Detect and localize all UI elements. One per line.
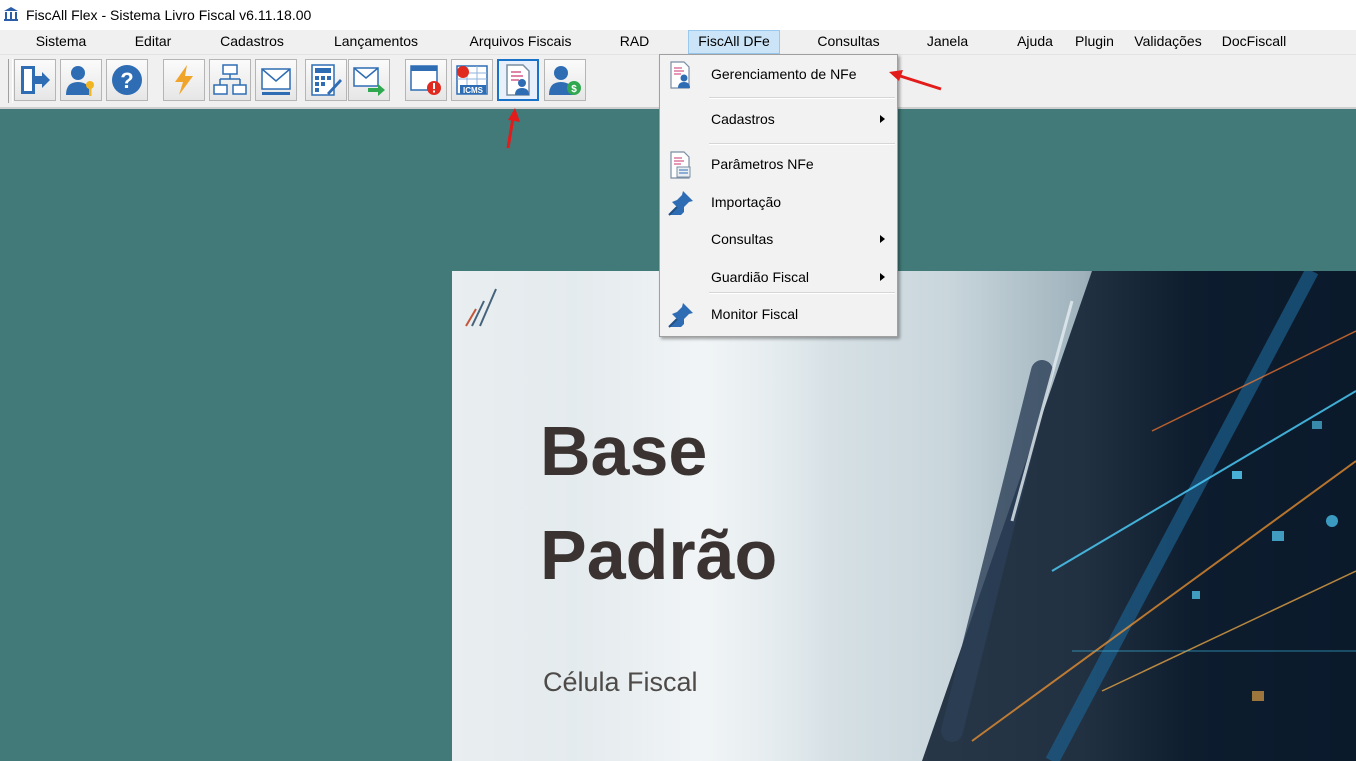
user-permissions-button[interactable]	[60, 59, 102, 101]
banner-title-line1: Base	[540, 412, 708, 490]
alerts-button[interactable]	[405, 59, 447, 101]
menu-rad[interactable]: RAD	[612, 30, 657, 54]
menu-ajuda[interactable]: Ajuda	[1009, 30, 1061, 54]
menu-option-label: Importação	[711, 194, 782, 210]
calculator-edit-icon	[311, 64, 342, 96]
banner-subtitle: Célula Fiscal	[543, 667, 698, 697]
menu-plugin[interactable]: Plugin	[1068, 30, 1121, 54]
help-button[interactable]: ?	[106, 59, 148, 101]
icms-badge-text: ICMS	[463, 86, 484, 95]
send-mail-button[interactable]	[348, 59, 390, 101]
menu-option-parametros-nfe[interactable]: Parâmetros NFe	[660, 148, 897, 182]
document-user-icon	[670, 61, 690, 89]
menu-arquivos-fiscais[interactable]: Arquivos Fiscais	[460, 30, 581, 54]
help-icon: ?	[112, 65, 142, 95]
menu-separator	[709, 97, 895, 99]
bank-building-icon	[4, 7, 18, 21]
menu-option-label: Monitor Fiscal	[711, 306, 799, 322]
fiscall-dfe-dropdown: Gerenciamento de NFe Cadastros Parâmetro…	[659, 54, 898, 337]
send-mail-icon	[353, 67, 385, 96]
pushpin-icon	[668, 303, 693, 328]
quick-action-button[interactable]	[163, 59, 205, 101]
submenu-arrow-icon	[880, 235, 885, 243]
menu-option-label: Gerenciamento de NFe	[711, 66, 857, 82]
mail-button[interactable]	[255, 59, 297, 101]
pushpin-icon	[668, 191, 693, 216]
menu-option-label: Guardião Fiscal	[711, 269, 810, 285]
icms-button[interactable]: ICMS	[451, 59, 493, 101]
nfe-management-icon	[506, 64, 530, 96]
menu-consultas[interactable]: Consultas	[811, 30, 886, 54]
org-chart-button[interactable]	[209, 59, 251, 101]
annotation-arrow-icon	[889, 70, 942, 91]
menu-janela[interactable]: Janela	[917, 30, 978, 54]
user-money-icon: $	[549, 66, 581, 95]
menu-option-consultas[interactable]: Consultas	[660, 223, 897, 257]
menu-fiscall-dfe[interactable]: FiscAll DFe	[688, 30, 780, 54]
submenu-arrow-icon	[880, 115, 885, 123]
envelope-icon	[261, 68, 291, 95]
toolbar-grip[interactable]	[8, 59, 13, 103]
calculator-button[interactable]	[305, 59, 347, 101]
submenu-arrow-icon	[880, 273, 885, 281]
window-title: FiscAll Flex - Sistema Livro Fiscal v6.1…	[26, 7, 312, 23]
user-finance-button[interactable]: $	[544, 59, 586, 101]
menu-option-label: Cadastros	[711, 111, 775, 127]
menu-option-monitor-fiscal[interactable]: Monitor Fiscal	[660, 298, 897, 332]
menu-option-label: Consultas	[711, 231, 774, 247]
exit-door-icon	[21, 66, 50, 94]
annotation-arrow-icon	[506, 108, 520, 149]
menu-docfiscall[interactable]: DocFiscall	[1215, 30, 1293, 54]
menu-lancamentos[interactable]: Lançamentos	[323, 30, 429, 54]
menu-option-guardiao-fiscal[interactable]: Guardião Fiscal	[660, 261, 897, 295]
banner-title: Base Padrão	[540, 399, 777, 607]
window-alert-icon	[410, 65, 441, 95]
menu-option-cadastros[interactable]: Cadastros	[660, 103, 897, 137]
nfe-management-button[interactable]	[497, 59, 539, 101]
menu-cadastros[interactable]: Cadastros	[212, 30, 292, 54]
icms-grid-icon: ICMS	[456, 65, 488, 95]
svg-text:$: $	[571, 84, 577, 95]
background-banner: Base Padrão Célula Fiscal	[452, 271, 1356, 761]
menu-editar[interactable]: Editar	[125, 30, 181, 54]
menu-separator	[709, 143, 895, 145]
document-settings-icon	[670, 151, 691, 179]
menu-option-label: Parâmetros NFe	[711, 156, 814, 172]
title-bar: FiscAll Flex - Sistema Livro Fiscal v6.1…	[0, 0, 1356, 30]
menu-sistema[interactable]: Sistema	[28, 30, 94, 54]
menu-option-gerenciamento-nfe[interactable]: Gerenciamento de NFe	[660, 58, 897, 92]
menu-validacoes[interactable]: Validações	[1128, 30, 1208, 54]
org-chart-icon	[213, 64, 247, 95]
exit-button[interactable]	[14, 59, 56, 101]
user-key-icon	[66, 66, 94, 96]
banner-title-line2: Padrão	[540, 516, 778, 594]
menu-option-importacao[interactable]: Importação	[660, 186, 897, 220]
menu-bar: Sistema Editar Cadastros Lançamentos Arq…	[0, 30, 1356, 55]
lightning-icon	[175, 65, 193, 95]
menu-separator	[709, 292, 895, 294]
svg-text:?: ?	[120, 68, 133, 93]
